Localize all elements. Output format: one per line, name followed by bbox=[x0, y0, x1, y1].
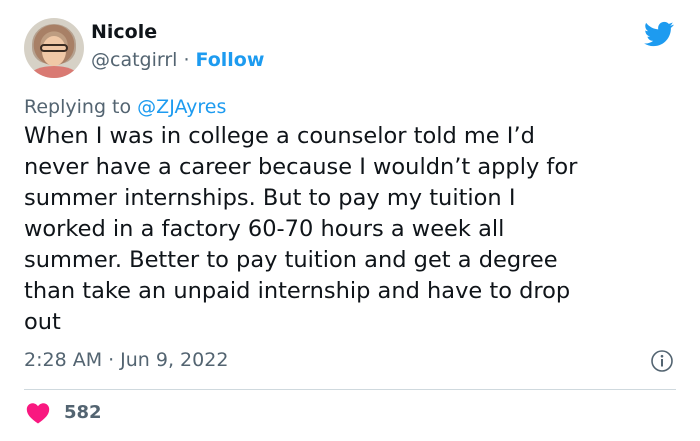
like-count: 582 bbox=[64, 402, 102, 423]
tweet-line: worked in a factory 60-70 hours a week a… bbox=[24, 216, 505, 242]
avatar-shirt bbox=[30, 66, 78, 78]
timestamp-separator: · bbox=[108, 349, 115, 371]
tweet-line: out bbox=[24, 309, 61, 335]
tweet-time: 2:28 AM bbox=[24, 349, 103, 371]
avatar-glasses bbox=[40, 44, 68, 52]
tweet-line: summer. Better to pay tuition and get a … bbox=[24, 247, 558, 273]
replying-to: Replying to @ZJAyres bbox=[24, 96, 226, 118]
twitter-bird-icon[interactable] bbox=[641, 19, 677, 49]
follow-button[interactable]: Follow bbox=[196, 49, 265, 71]
divider bbox=[24, 389, 676, 390]
tweet-date: Jun 9, 2022 bbox=[120, 349, 229, 371]
tweet-line: When I was in college a counselor told m… bbox=[24, 123, 535, 149]
tweet-timestamp[interactable]: 2:28 AM · Jun 9, 2022 bbox=[24, 349, 228, 371]
tweet-line: summer internships. But to pay my tuitio… bbox=[24, 185, 516, 211]
reply-mention-link[interactable]: @ZJAyres bbox=[137, 96, 226, 118]
author-handle-row: @catgirrl · Follow bbox=[91, 49, 264, 71]
author-handle[interactable]: @catgirrl bbox=[91, 49, 177, 71]
tweet-line: never have a career because I wouldn’t a… bbox=[24, 154, 578, 180]
tweet-line: than take an unpaid internship and have … bbox=[24, 278, 571, 304]
handle-separator: · bbox=[183, 49, 190, 71]
avatar[interactable] bbox=[24, 18, 84, 78]
author-name[interactable]: Nicole bbox=[91, 21, 157, 43]
tweet-text: When I was in college a counselor told m… bbox=[24, 121, 679, 338]
replying-to-prefix: Replying to bbox=[24, 96, 132, 118]
heart-icon[interactable] bbox=[26, 402, 50, 424]
info-icon[interactable] bbox=[650, 349, 674, 373]
